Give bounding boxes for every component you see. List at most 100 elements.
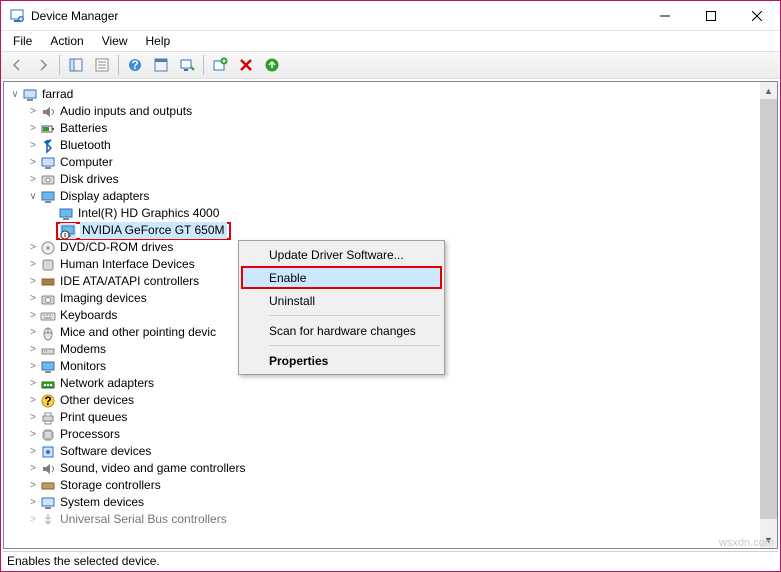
software-icon	[40, 444, 56, 460]
app-icon	[9, 8, 25, 24]
tree-label: farrad	[42, 86, 73, 103]
collapse-icon[interactable]: ∨	[26, 190, 40, 204]
context-menu-enable[interactable]: Enable	[241, 266, 442, 289]
bluetooth-icon	[40, 138, 56, 154]
context-menu-update-driver[interactable]: Update Driver Software...	[241, 243, 442, 266]
tree-label: Monitors	[60, 358, 106, 375]
back-button[interactable]	[5, 53, 29, 77]
context-menu-properties[interactable]: Properties	[241, 349, 442, 372]
show-hide-tree-button[interactable]	[64, 53, 88, 77]
tree-item[interactable]: >Network adapters	[8, 375, 777, 392]
context-menu-uninstall[interactable]: Uninstall	[241, 289, 442, 312]
ide-icon	[40, 274, 56, 290]
scan-hardware-button[interactable]	[175, 53, 199, 77]
expand-icon[interactable]: >	[26, 411, 40, 425]
menu-view[interactable]: View	[94, 32, 136, 50]
tree-item[interactable]: >System devices	[8, 494, 777, 511]
expand-icon[interactable]: >	[26, 343, 40, 357]
network-icon	[40, 376, 56, 392]
menu-separator	[269, 315, 440, 316]
tree-item[interactable]: > Universal Serial Bus controllers	[8, 511, 777, 528]
expand-icon[interactable]: >	[26, 139, 40, 153]
help-button[interactable]: ?	[123, 53, 147, 77]
tree-label: Processors	[60, 426, 120, 443]
close-button[interactable]	[734, 1, 780, 30]
tree-label: Intel(R) HD Graphics 4000	[78, 205, 219, 222]
imaging-icon	[40, 291, 56, 307]
expand-icon[interactable]: >	[26, 326, 40, 340]
tree-label: Disk drives	[60, 171, 119, 188]
vertical-scrollbar[interactable]: ▲ ▼	[760, 82, 777, 548]
tree-item[interactable]: > Processors	[8, 426, 777, 443]
expand-icon[interactable]: >	[26, 513, 40, 527]
tree-label: Display adapters	[60, 188, 149, 205]
tree-item[interactable]: >Sound, video and game controllers	[8, 460, 777, 477]
expand-icon[interactable]: >	[26, 360, 40, 374]
tree-item[interactable]: >Print queues	[8, 409, 777, 426]
tree-item[interactable]: > Batteries	[8, 120, 777, 137]
expand-icon[interactable]: >	[26, 292, 40, 306]
tree-item[interactable]: >Audio inputs and outputs	[8, 103, 777, 120]
expand-icon[interactable]: >	[26, 394, 40, 408]
expand-icon[interactable]: >	[26, 173, 40, 187]
tree-item[interactable]: >Software devices	[8, 443, 777, 460]
update-driver-button[interactable]	[208, 53, 232, 77]
tree-label: Modems	[60, 341, 106, 358]
uninstall-button[interactable]	[234, 53, 258, 77]
enable-button[interactable]	[260, 53, 284, 77]
menu-label: Update Driver Software...	[269, 248, 404, 262]
tree-item[interactable]: > Storage controllers	[8, 477, 777, 494]
expand-icon[interactable]: >	[26, 309, 40, 323]
tree-item[interactable]: Intel(R) HD Graphics 4000	[8, 205, 777, 222]
computer-icon	[40, 155, 56, 171]
monitor-icon	[40, 359, 56, 375]
menu-label: Enable	[269, 271, 306, 285]
expand-icon[interactable]: >	[26, 496, 40, 510]
scroll-thumb[interactable]	[760, 99, 777, 519]
storage-icon	[40, 478, 56, 494]
tree-label: Universal Serial Bus controllers	[60, 511, 227, 528]
expand-icon[interactable]: >	[26, 241, 40, 255]
expand-icon[interactable]: >	[26, 479, 40, 493]
expand-icon[interactable]: >	[26, 445, 40, 459]
expand-icon[interactable]: >	[26, 122, 40, 136]
tree-item[interactable]: > Computer	[8, 154, 777, 171]
properties-button[interactable]	[90, 53, 114, 77]
computer-icon	[22, 87, 38, 103]
context-menu-scan[interactable]: Scan for hardware changes	[241, 319, 442, 342]
menu-label: Scan for hardware changes	[269, 324, 416, 338]
tree-label: Bluetooth	[60, 137, 111, 154]
menu-action[interactable]: Action	[42, 32, 91, 50]
tree-item[interactable]: > Bluetooth	[8, 137, 777, 154]
tree-label: Storage controllers	[60, 477, 161, 494]
menu-label: Uninstall	[269, 294, 315, 308]
scroll-up-button[interactable]: ▲	[760, 82, 777, 99]
menu-separator	[269, 345, 440, 346]
system-icon	[40, 495, 56, 511]
tree-label: Batteries	[60, 120, 107, 137]
expand-icon[interactable]: >	[26, 428, 40, 442]
tree-item[interactable]: > Disk drives	[8, 171, 777, 188]
expand-icon[interactable]: ∨	[8, 88, 22, 102]
tree-item-selected[interactable]: NVIDIA GeForce GT 650M	[8, 222, 777, 239]
tree-root[interactable]: ∨ farrad	[8, 86, 777, 103]
minimize-button[interactable]	[642, 1, 688, 30]
menu-help[interactable]: Help	[138, 32, 179, 50]
expand-icon[interactable]: >	[26, 258, 40, 272]
toolbar-icon-3[interactable]	[149, 53, 173, 77]
tree-item[interactable]: >?Other devices	[8, 392, 777, 409]
tree-label: Computer	[60, 154, 113, 171]
hid-icon	[40, 257, 56, 273]
menu-file[interactable]: File	[5, 32, 40, 50]
expand-icon[interactable]: >	[26, 462, 40, 476]
titlebar: Device Manager	[1, 1, 780, 31]
tree-item-display-adapters[interactable]: ∨ Display adapters	[8, 188, 777, 205]
expand-icon[interactable]: >	[26, 105, 40, 119]
expand-icon[interactable]: >	[26, 275, 40, 289]
forward-button[interactable]	[31, 53, 55, 77]
expand-icon[interactable]: >	[26, 156, 40, 170]
expand-icon[interactable]: >	[26, 377, 40, 391]
maximize-button[interactable]	[688, 1, 734, 30]
tree-label: NVIDIA GeForce GT 650M	[80, 222, 227, 239]
svg-text:?: ?	[44, 394, 51, 408]
